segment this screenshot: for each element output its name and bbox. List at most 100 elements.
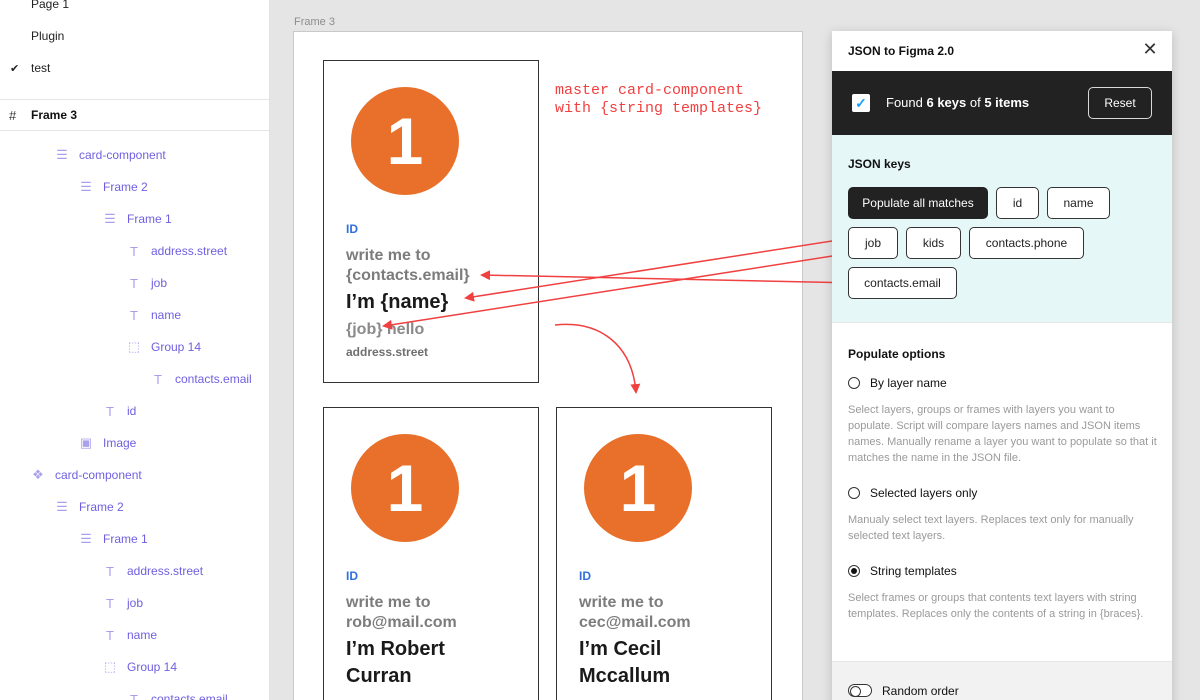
key-chip-job[interactable]: job (848, 227, 898, 259)
text-icon: T (106, 563, 114, 579)
annotation-text: master card-component with {string templ… (555, 82, 763, 117)
layer-label: id (127, 404, 137, 418)
found-checkbox[interactable]: ✓ (852, 94, 870, 112)
layers-sidebar: Page 1 Plugin ✔ test # Frame 3 ☰ card-com… (0, 0, 270, 700)
option-label[interactable]: String templates (870, 564, 957, 578)
card-job: {job} hello (346, 321, 425, 338)
page-item-plugin[interactable]: Plugin (0, 20, 269, 52)
option-label[interactable]: Selected layers only (870, 486, 977, 500)
close-icon[interactable]: ✕ (1142, 40, 1158, 58)
layer-row[interactable]: ☰ Frame 2 (55, 491, 124, 523)
footer-bar: Random order (832, 661, 1172, 700)
group-icon: ⬚ (103, 659, 117, 674)
layer-row[interactable]: Tjob (127, 267, 167, 299)
id-badge: 1 (584, 434, 692, 542)
text-icon: T (106, 595, 114, 611)
radio-string-templates[interactable] (848, 565, 860, 577)
layer-row[interactable]: Tcontacts.email (151, 363, 252, 395)
layer-label: Frame 2 (79, 500, 124, 514)
card-id: ID (579, 569, 591, 583)
layer-row[interactable]: ⬚ Group 14 (103, 651, 177, 683)
layer-label: Frame 3 (31, 108, 78, 122)
text-icon: T (130, 275, 138, 291)
layer-row[interactable]: Tname (103, 619, 157, 651)
layer-label: contacts.email (175, 372, 252, 386)
layer-row[interactable]: Tid (103, 395, 136, 427)
card-name: I’m Robert Curran (346, 638, 445, 687)
card-component-instance[interactable]: 1 ID write me to rob@mail.com I’m Robert… (323, 407, 539, 700)
component-icon: ❖ (32, 467, 44, 482)
found-items: 5 items (984, 95, 1030, 110)
option-description: Select layers, groups or frames with lay… (848, 404, 1157, 464)
random-order-label[interactable]: Random order (882, 684, 959, 698)
group-icon: ⬚ (127, 339, 141, 354)
reset-button[interactable]: Reset (1088, 87, 1152, 119)
key-chip-name[interactable]: name (1047, 187, 1110, 219)
frame-label[interactable]: Frame 3 (294, 16, 335, 28)
layer-label: card-component (79, 148, 166, 162)
layer-row[interactable]: Taddress.street (103, 555, 203, 587)
page-item-test[interactable]: ✔ test (0, 52, 269, 84)
key-chip-kids[interactable]: kids (906, 227, 961, 259)
image-icon: ▣ (79, 435, 93, 450)
layer-row[interactable]: ❖ card-component (31, 459, 142, 491)
json-keys-section: JSON keys Populate all matches id name j… (832, 135, 1172, 323)
random-order-toggle[interactable] (848, 684, 872, 697)
layer-row[interactable]: ☰ Frame 1 (79, 523, 148, 555)
layer-label: name (151, 308, 182, 322)
layer-label: job (151, 276, 168, 290)
key-chip-contacts-email[interactable]: contacts.email (848, 267, 957, 299)
card-contact: write me to cec@mail.com (579, 594, 691, 631)
layer-frame-3[interactable]: # Frame 3 (0, 100, 269, 131)
populate-all-button[interactable]: Populate all matches (848, 187, 988, 219)
autolayout-icon: ☰ (80, 531, 92, 546)
card-component-instance[interactable]: 1 ID write me to cec@mail.com I’m Cecil … (556, 407, 772, 700)
layer-row[interactable]: Tjob (103, 587, 143, 619)
json-keys-title: JSON keys (848, 157, 911, 171)
layer-label: name (127, 628, 158, 642)
layer-row[interactable]: ☰ card-component (55, 139, 166, 171)
layer-row[interactable]: ⬚ Group 14 (127, 331, 201, 363)
layer-label: Frame 1 (127, 212, 172, 226)
plugin-panel: JSON to Figma 2.0 ✕ ✓ Found 6 keys of 5 … (832, 31, 1172, 700)
text-icon: T (154, 371, 162, 387)
found-status: Found 6 keys of 5 items (886, 95, 1029, 110)
layer-label: Group 14 (127, 660, 178, 674)
plugin-header: JSON to Figma 2.0 ✕ (832, 31, 1172, 71)
text-icon: T (106, 403, 114, 419)
checkmark-icon: ✔ (10, 62, 20, 75)
layer-label: card-component (55, 468, 142, 482)
card-id: ID (346, 222, 358, 236)
card-street: address.street (346, 345, 429, 359)
radio-by-layer-name[interactable] (848, 377, 860, 389)
layer-label: Group 14 (151, 340, 202, 354)
page-item-label: test (31, 61, 51, 75)
card-component-master[interactable]: 1 ID write me to {contacts.email} I’m {n… (323, 60, 539, 383)
card-id: ID (346, 569, 358, 583)
radio-selected-layers-only[interactable] (848, 487, 860, 499)
layer-row[interactable]: ▣ Image (79, 427, 137, 459)
page-item-page-1[interactable]: Page 1 (0, 0, 269, 20)
autolayout-icon: ☰ (104, 211, 116, 226)
layer-label: address.street (151, 244, 228, 258)
autolayout-icon: ☰ (56, 147, 68, 162)
layer-row[interactable]: ☰ Frame 2 (79, 171, 148, 203)
layer-row[interactable]: Taddress.street (127, 235, 227, 267)
card-name: I’m Cecil Mccallum (579, 638, 671, 687)
key-chip-contacts-phone[interactable]: contacts.phone (969, 227, 1084, 259)
option-description: Select frames or groups that contents te… (848, 592, 1144, 620)
text-icon: T (130, 691, 138, 700)
card-name: I’m {name} (346, 291, 449, 313)
text-icon: T (130, 307, 138, 323)
layer-label: Image (103, 436, 137, 450)
autolayout-icon: ☰ (56, 499, 68, 514)
option-label[interactable]: By layer name (870, 376, 947, 390)
layer-label: Frame 2 (103, 180, 148, 194)
layer-row[interactable]: Tcontacts.email (127, 683, 228, 700)
key-chip-id[interactable]: id (996, 187, 1039, 219)
layer-row[interactable]: ☰ Frame 1 (103, 203, 172, 235)
layer-row[interactable]: Tname (127, 299, 181, 331)
status-bar: ✓ Found 6 keys of 5 items Reset (832, 71, 1172, 135)
text-icon: T (106, 627, 114, 643)
option-description: Manualy select text layers. Replaces tex… (848, 514, 1134, 542)
